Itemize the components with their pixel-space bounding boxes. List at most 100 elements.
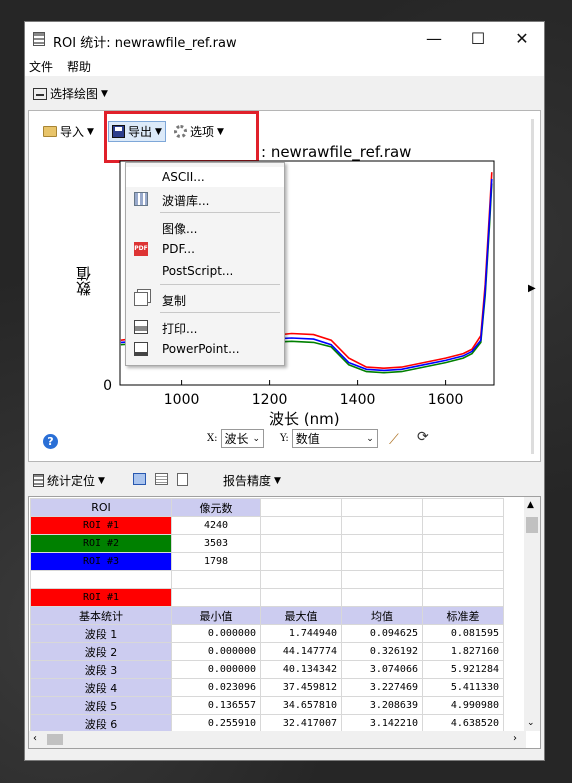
roi-pixels-cell: 4240 xyxy=(171,516,261,535)
roi-row[interactable]: ROI #3 1798 xyxy=(30,552,504,571)
stdev-cell: 4.638520 xyxy=(422,714,504,733)
window-title: ROI 统计: newrawfile_ref.raw xyxy=(53,36,237,51)
chart-icon xyxy=(33,87,47,100)
export-postscript-item[interactable]: PostScript... xyxy=(126,261,284,281)
x-tick-label: 1600 xyxy=(428,392,464,408)
roi-row[interactable]: ROI #1 4240 xyxy=(30,516,504,535)
select-plot-button[interactable]: 选择绘图 ▼ xyxy=(33,85,108,102)
max-cell: 37.459812 xyxy=(260,678,342,697)
maximize-button[interactable]: ☐ xyxy=(456,26,500,52)
table-horizontal-scrollbar[interactable]: ‹ › xyxy=(29,731,526,748)
mean-cell: 0.094625 xyxy=(341,624,423,643)
roi-name-cell[interactable]: ROI #3 xyxy=(30,552,172,571)
empty-cell xyxy=(260,534,342,553)
roi-name-cell[interactable]: ROI #1 xyxy=(30,516,172,535)
copy-table-icon[interactable] xyxy=(177,473,188,486)
export-powerpoint-item[interactable]: PowerPoint... xyxy=(126,339,284,359)
main-toolbar: 选择绘图 ▼ xyxy=(25,79,544,107)
stat-locate-button[interactable]: 统计定位 ▼ xyxy=(33,472,105,489)
plot-title: : newrawfile_ref.raw xyxy=(261,143,412,161)
scroll-down-icon[interactable]: ⌄ xyxy=(527,718,535,728)
copy-item[interactable]: 复制 xyxy=(126,289,284,309)
empty-cell xyxy=(171,588,261,607)
spectral-library-icon xyxy=(134,192,148,206)
scroll-thumb[interactable] xyxy=(47,734,63,745)
panel-scrollbar[interactable]: ▶ xyxy=(528,119,536,454)
max-header: 最大值 xyxy=(260,606,342,625)
print-item[interactable]: 打印... xyxy=(126,317,284,337)
table-vertical-scrollbar[interactable]: ▲ ⌄ xyxy=(524,497,540,731)
x-axis-label: 波长 (nm) xyxy=(269,410,340,428)
single-view-icon[interactable] xyxy=(133,473,146,485)
min-cell: 0.000000 xyxy=(171,642,261,661)
expand-right-icon[interactable]: ▶ xyxy=(528,283,536,294)
min-cell: 0.255910 xyxy=(171,714,261,733)
band-row: 波段 3 0.000000 40.134342 3.074066 5.92128… xyxy=(30,660,504,679)
roi-name-cell[interactable]: ROI #2 xyxy=(30,534,172,553)
chevron-down-icon: ▼ xyxy=(274,475,281,486)
band-name-cell: 波段 2 xyxy=(30,642,172,661)
import-button[interactable]: 导入 ▼ xyxy=(43,123,94,140)
menu-separator xyxy=(160,312,280,313)
band-row: 波段 1 0.000000 1.744940 0.094625 0.081595 xyxy=(30,624,504,643)
close-button[interactable]: ✕ xyxy=(500,26,544,52)
band-row: 波段 5 0.136557 34.657810 3.208639 4.99098… xyxy=(30,696,504,715)
scroll-up-icon[interactable]: ▲ xyxy=(527,500,534,510)
stats-icon xyxy=(33,474,44,487)
export-image-item[interactable]: 图像... xyxy=(126,217,284,237)
app-icon xyxy=(33,32,45,46)
menu-help[interactable]: 帮助 xyxy=(67,58,91,75)
ruler-icon[interactable]: ⟋ xyxy=(389,432,399,448)
menu-file[interactable]: 文件 xyxy=(29,58,53,75)
y-axis-dropdown[interactable]: 数值 ⌄ xyxy=(291,429,378,448)
export-spectral-library-item[interactable]: 波谱库... xyxy=(126,189,284,209)
report-precision-button[interactable]: 报告精度 ▼ xyxy=(223,472,281,489)
mean-cell: 3.142210 xyxy=(341,714,423,733)
roi-header-row: ROI 像元数 xyxy=(30,498,504,517)
mean-cell: 3.208639 xyxy=(341,696,423,715)
max-cell: 44.147774 xyxy=(260,642,342,661)
stdev-cell: 4.990980 xyxy=(422,696,504,715)
x-selector-label: X: xyxy=(207,433,218,444)
stdev-header: 标准差 xyxy=(422,606,504,625)
min-header: 最小值 xyxy=(171,606,261,625)
band-name-cell: 波段 6 xyxy=(30,714,172,733)
chevron-down-icon: ▼ xyxy=(87,126,94,137)
report-precision-label: 报告精度 xyxy=(223,474,272,488)
folder-icon xyxy=(43,126,57,137)
scroll-thumb[interactable] xyxy=(526,517,538,533)
chevron-down-icon: ▼ xyxy=(98,475,105,486)
x-tick-label: 1000 xyxy=(164,392,200,408)
min-cell: 0.136557 xyxy=(171,696,261,715)
empty-cell xyxy=(422,516,504,535)
min-cell: 0.023096 xyxy=(171,678,261,697)
min-cell: 0.000000 xyxy=(171,624,261,643)
menu-separator xyxy=(160,284,280,285)
max-cell: 40.134342 xyxy=(260,660,342,679)
scroll-right-icon[interactable]: › xyxy=(513,733,517,744)
stat-locate-label: 统计定位 xyxy=(47,474,96,488)
minimize-button[interactable]: — xyxy=(412,26,456,52)
chevron-down-icon: ⌄ xyxy=(366,433,374,444)
empty-cell xyxy=(422,570,504,589)
band-row: 波段 6 0.255910 32.417007 3.142210 4.63852… xyxy=(30,714,504,733)
export-pdf-item[interactable]: PDF PDF... xyxy=(126,239,284,259)
mean-cell: 0.326192 xyxy=(341,642,423,661)
chevron-down-icon: ▼ xyxy=(101,88,108,99)
help-icon[interactable]: ? xyxy=(43,434,58,449)
band-row: 波段 2 0.000000 44.147774 0.326192 1.82716… xyxy=(30,642,504,661)
band-name-cell: 波段 4 xyxy=(30,678,172,697)
band-name-cell: 波段 3 xyxy=(30,660,172,679)
empty-cell xyxy=(422,534,504,553)
refresh-icon[interactable]: ⟳ xyxy=(417,429,429,445)
min-cell: 0.000000 xyxy=(171,660,261,679)
y-axis-label: 数值 xyxy=(75,266,93,296)
x-axis-dropdown[interactable]: 波长 ⌄ xyxy=(220,429,265,448)
empty-cell xyxy=(341,516,423,535)
roi-row[interactable]: ROI #2 3503 xyxy=(30,534,504,553)
scroll-left-icon[interactable]: ‹ xyxy=(33,733,37,744)
menu-item-label: 复制 xyxy=(162,294,187,308)
highlight-annotation-box xyxy=(104,111,259,163)
table-view-icon[interactable] xyxy=(155,473,168,485)
export-ascii-item[interactable]: ASCII... xyxy=(126,167,284,187)
